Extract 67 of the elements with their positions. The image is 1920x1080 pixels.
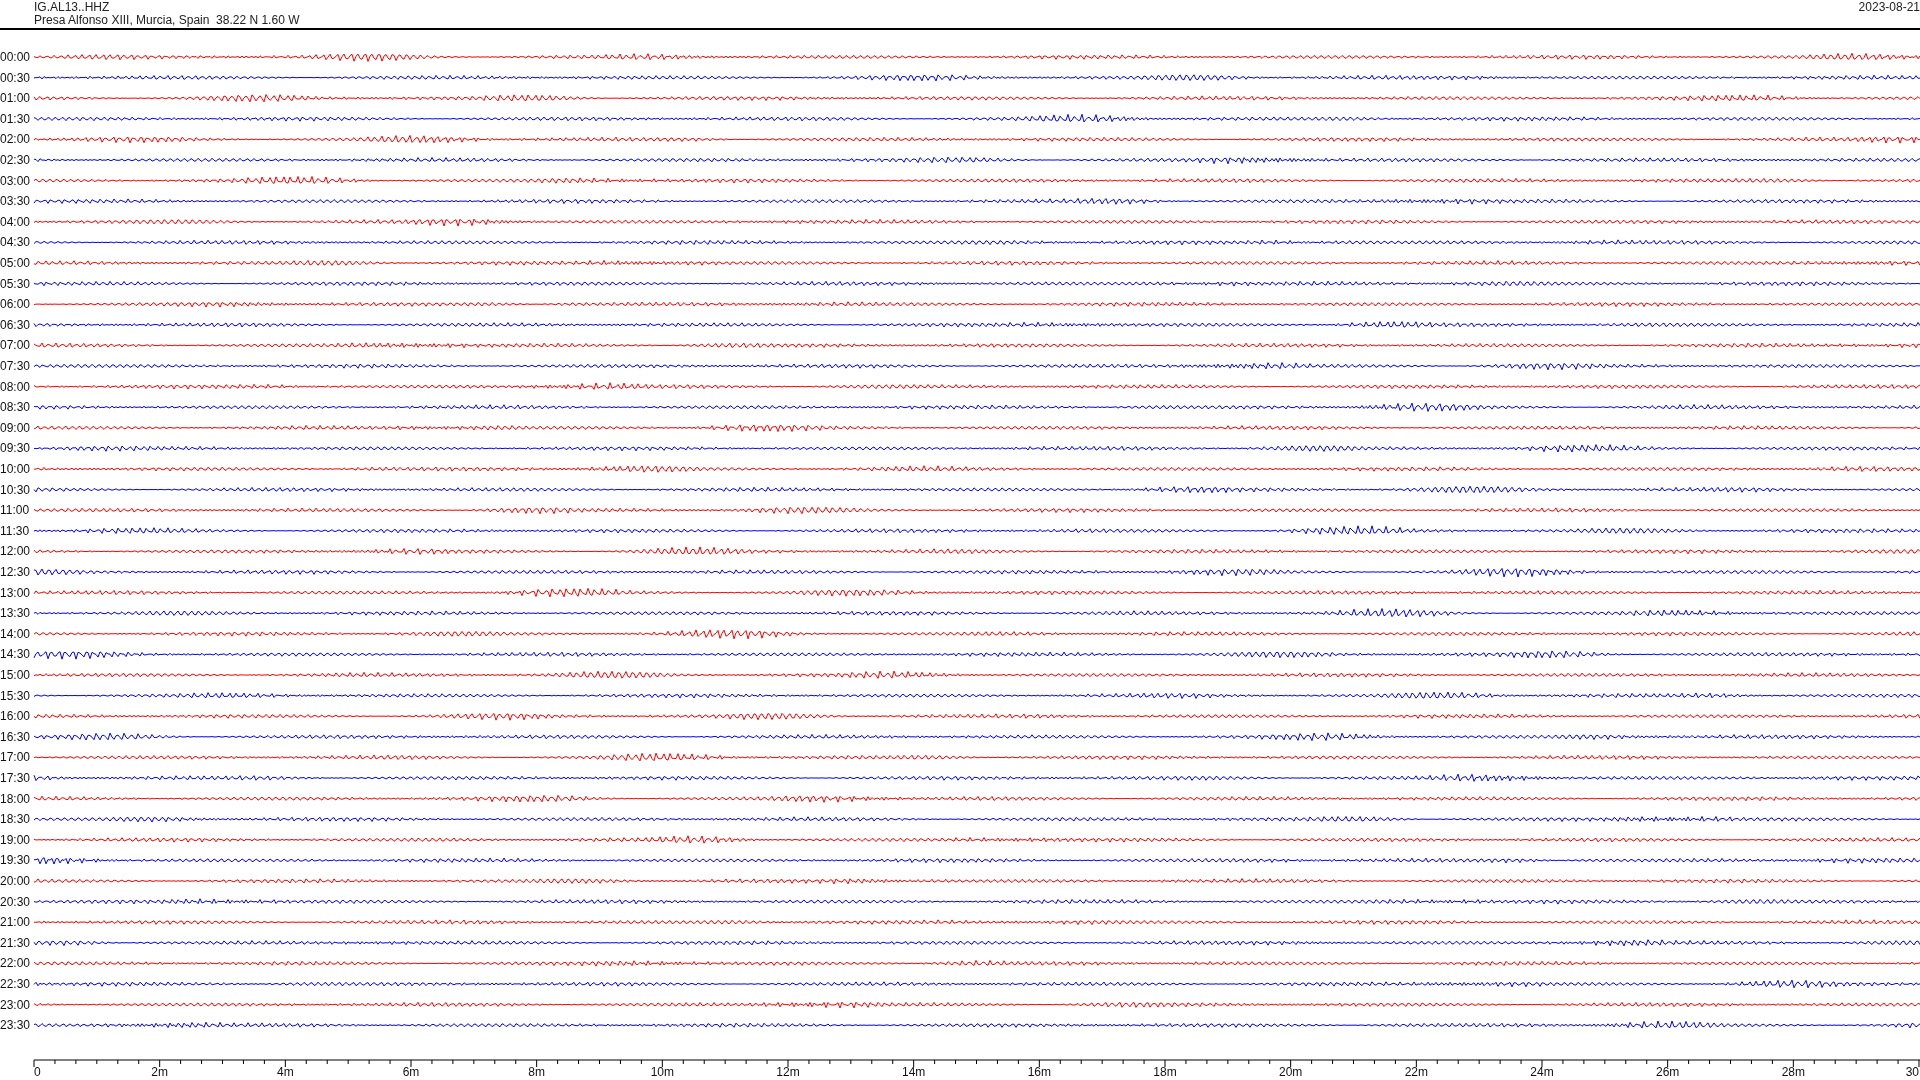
axis-label: 6m bbox=[402, 1065, 420, 1078]
time-label: 10:30 bbox=[0, 482, 31, 497]
time-label: 02:30 bbox=[0, 153, 31, 167]
time-label: 11:00 bbox=[0, 503, 30, 518]
axis-label: 4m bbox=[277, 1065, 294, 1078]
axis-label: 2m bbox=[151, 1065, 168, 1078]
time-label: 02:00 bbox=[0, 132, 31, 147]
time-label: 15:30 bbox=[0, 688, 31, 703]
axis-label: 24m bbox=[1530, 1065, 1554, 1078]
axis-label: 10m bbox=[650, 1065, 674, 1078]
time-label: 03:00 bbox=[0, 173, 31, 188]
time-label: 18:00 bbox=[0, 791, 31, 806]
time-label: 09:00 bbox=[0, 420, 31, 435]
time-label: 01:00 bbox=[0, 91, 31, 106]
time-label: 12:30 bbox=[0, 565, 31, 579]
axis-label: 12m bbox=[776, 1065, 800, 1078]
time-label: 22:30 bbox=[0, 977, 31, 991]
time-label: 15:00 bbox=[0, 668, 31, 682]
time-label: 05:30 bbox=[0, 276, 31, 291]
time-label: 23:00 bbox=[0, 997, 31, 1012]
time-label: 11:30 bbox=[0, 523, 30, 538]
time-label: 20:00 bbox=[0, 874, 31, 888]
time-label: 03:30 bbox=[0, 194, 31, 209]
axis-label: 18m bbox=[1153, 1065, 1177, 1078]
axis-label: 14m bbox=[902, 1065, 926, 1078]
station-code: IG.AL13..HHZ bbox=[34, 1, 110, 14]
time-label: 00:30 bbox=[0, 70, 31, 85]
time-label: 23:30 bbox=[0, 1018, 31, 1033]
time-label: 14:00 bbox=[0, 626, 31, 641]
time-label: 05:00 bbox=[0, 256, 31, 270]
time-label: 17:30 bbox=[0, 771, 31, 785]
station-location: Presa Alfonso XIII, Murcia, Spain 38.22 N 1.60 W bbox=[34, 14, 300, 27]
time-label: 06:00 bbox=[0, 297, 31, 312]
date-label: 2023-08-21 bbox=[1858, 1, 1920, 14]
time-label: 07:00 bbox=[0, 338, 31, 353]
time-label: 19:30 bbox=[0, 853, 31, 868]
time-label: 21:00 bbox=[0, 915, 31, 930]
time-label: 12:00 bbox=[0, 544, 31, 559]
time-label: 22:00 bbox=[0, 956, 31, 971]
time-label: 20:30 bbox=[0, 894, 31, 909]
time-label: 04:00 bbox=[0, 214, 31, 229]
axis-label: 16m bbox=[1027, 1065, 1051, 1078]
time-label: 04:30 bbox=[0, 235, 31, 250]
time-label: 10:00 bbox=[0, 462, 31, 476]
axis-label: 0 bbox=[34, 1065, 41, 1078]
time-label: 07:30 bbox=[0, 359, 31, 373]
time-label: 06:30 bbox=[0, 317, 31, 332]
axis-label: 8m bbox=[528, 1065, 545, 1078]
time-label: 18:30 bbox=[0, 812, 31, 827]
time-label: 13:00 bbox=[0, 585, 31, 600]
axis-label: 30 bbox=[1905, 1065, 1919, 1078]
time-label: 21:30 bbox=[0, 935, 31, 950]
axis-label: 26m bbox=[1656, 1065, 1680, 1078]
time-label: 19:00 bbox=[0, 832, 31, 847]
axis-label: 28m bbox=[1781, 1065, 1805, 1078]
axis-label: 20m bbox=[1279, 1065, 1303, 1078]
time-label: 13:30 bbox=[0, 606, 31, 621]
time-label: 00:00 bbox=[0, 50, 31, 64]
time-label: 08:30 bbox=[0, 400, 31, 415]
time-label: 09:30 bbox=[0, 441, 31, 456]
time-label: 16:00 bbox=[0, 709, 31, 724]
time-label: 16:30 bbox=[0, 729, 31, 744]
time-label: 08:00 bbox=[0, 379, 31, 394]
time-label: 01:30 bbox=[0, 111, 31, 126]
time-label: 17:00 bbox=[0, 750, 31, 765]
time-label: 14:30 bbox=[0, 647, 31, 662]
axis-label: 22m bbox=[1404, 1065, 1428, 1078]
